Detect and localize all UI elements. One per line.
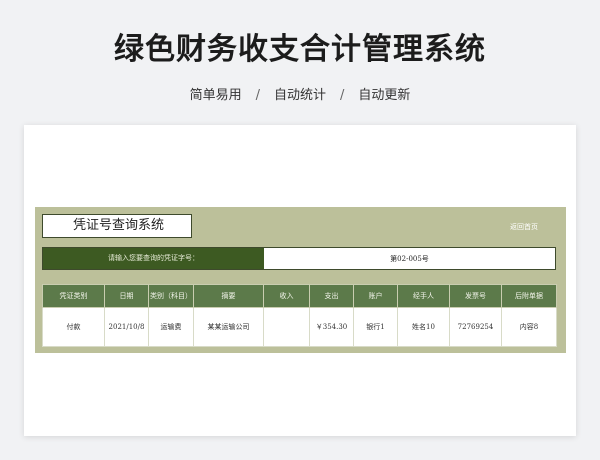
column-header: 经手人: [397, 284, 450, 308]
column-header: 后附单据: [501, 284, 557, 308]
table-cell[interactable]: [263, 307, 310, 347]
table-cell[interactable]: 付款: [42, 307, 105, 347]
table-header-row: 凭证类别 日期 类别（科目） 摘要 收入 支出 账户 经手人 发票号 后附单据: [42, 284, 557, 308]
table-cell[interactable]: 银行1: [353, 307, 398, 347]
table-cell[interactable]: 姓名10: [397, 307, 450, 347]
column-header: 日期: [104, 284, 149, 308]
page-title: 绿色财务收支合计管理系统: [114, 32, 486, 67]
table-cell[interactable]: 运输费: [148, 307, 194, 347]
tagline-item-update: 自动更新: [358, 88, 411, 103]
system-title: 凭证号查询系统: [42, 214, 192, 238]
tagline-separator: /: [340, 88, 345, 103]
voucher-search-bar: 请输入您要查询的凭证字号：: [42, 247, 556, 270]
column-header: 支出: [309, 284, 354, 308]
tagline-item-stats: 自动统计: [273, 88, 326, 103]
column-header: 发票号: [449, 284, 502, 308]
voucher-number-input[interactable]: [264, 248, 555, 269]
column-header: 收入: [263, 284, 310, 308]
tagline-separator: /: [255, 88, 260, 103]
back-home-link[interactable]: 返回首页: [510, 222, 538, 232]
table-cell[interactable]: 2021/10/8: [104, 307, 149, 347]
table-cell[interactable]: 72769254: [449, 307, 502, 347]
table-cell[interactable]: ￥354.30: [309, 307, 354, 347]
column-header: 凭证类别: [42, 284, 105, 308]
column-header: 类别（科目）: [148, 284, 194, 308]
tagline-item-easy: 简单易用: [189, 88, 242, 103]
column-header: 摘要: [193, 284, 264, 308]
tagline: 简单易用 / 自动统计 / 自动更新: [0, 84, 600, 103]
search-label: 请输入您要查询的凭证字号：: [43, 248, 264, 269]
table-row: 付款 2021/10/8 运输费 某某运输公司 ￥354.30 银行1 姓名10…: [42, 307, 557, 347]
table-cell[interactable]: 某某运输公司: [193, 307, 264, 347]
table-cell[interactable]: 内容8: [501, 307, 557, 347]
voucher-table: 凭证类别 日期 类别（科目） 摘要 收入 支出 账户 经手人 发票号 后附单据 …: [42, 284, 557, 347]
column-header: 账户: [353, 284, 398, 308]
